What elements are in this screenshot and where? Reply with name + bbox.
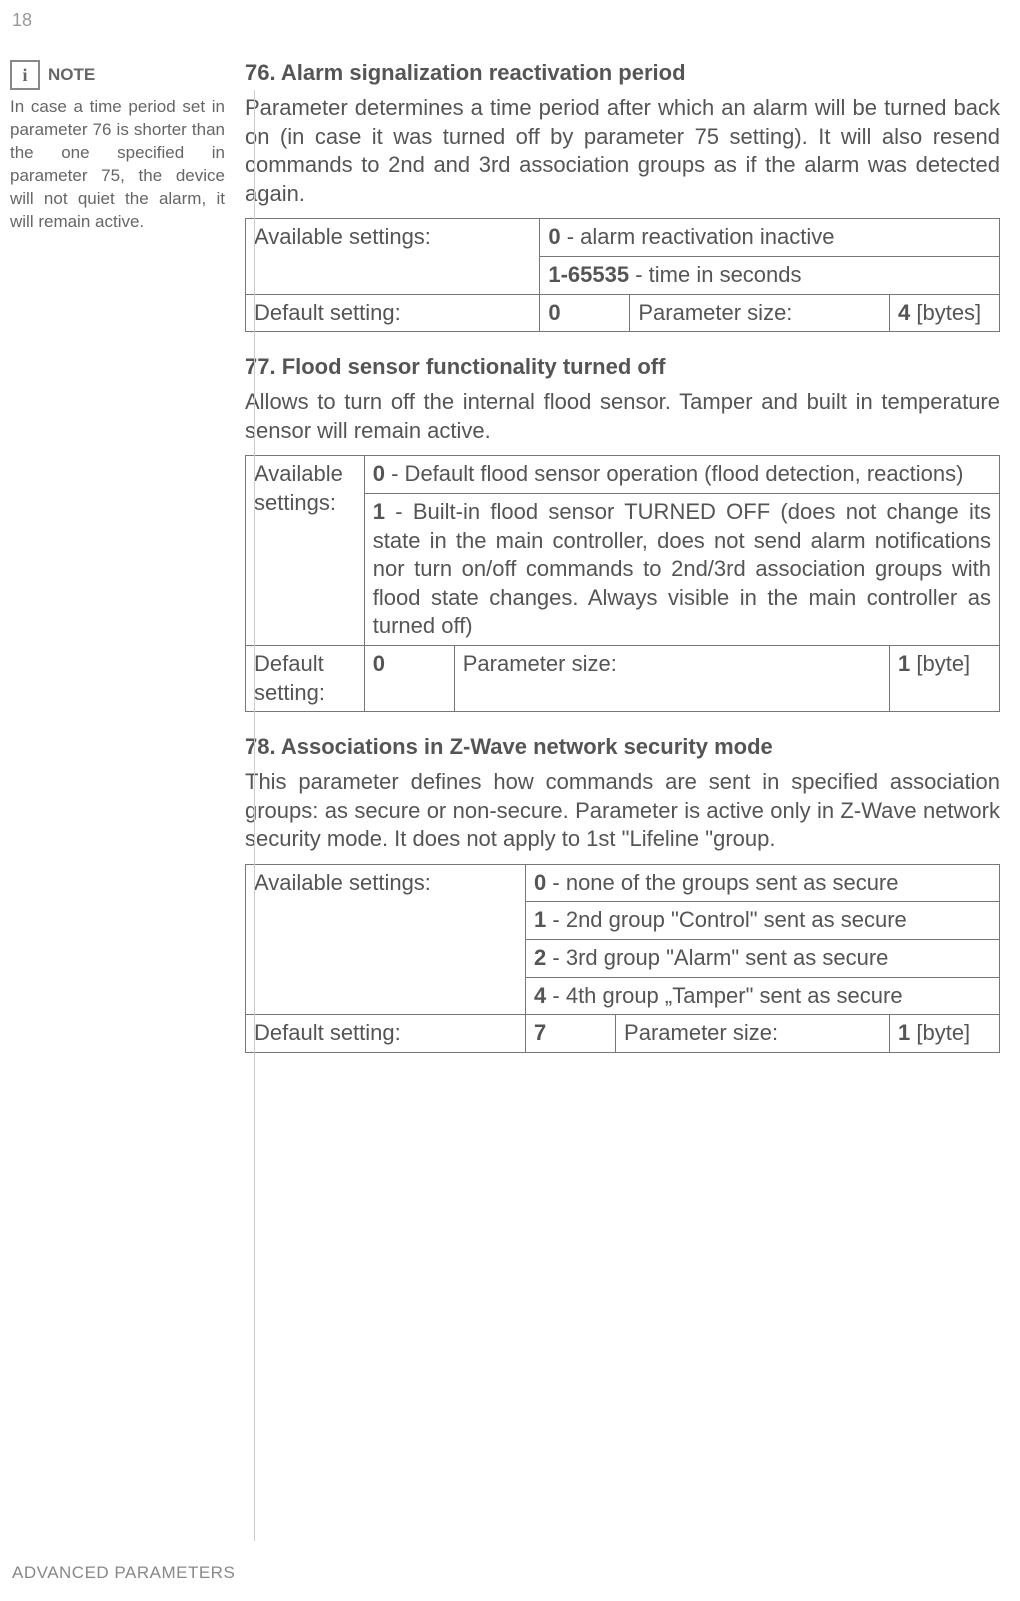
table-row: Available settings: 0 - none of the grou…	[246, 864, 1000, 902]
value-bold: 1	[373, 499, 385, 524]
psize-value-cell: 1 [byte]	[890, 645, 1000, 711]
page-number: 18	[12, 10, 32, 31]
value-text: - alarm reactivation inactive	[561, 224, 835, 249]
psize-text: [bytes]	[910, 300, 981, 325]
param-table: Available settings: 0 - Default flood se…	[245, 455, 1000, 712]
section-heading: 77. Flood sensor functionality turned of…	[245, 354, 1000, 380]
footer-text: ADVANCED PARAMETERS	[12, 1563, 235, 1583]
psize-label-cell: Parameter size:	[630, 294, 890, 332]
vertical-divider	[254, 90, 255, 1541]
value-text: - 2nd group "Control" sent as secure	[546, 907, 906, 932]
table-row: Default setting: 0 Parameter size: 1 [by…	[246, 645, 1000, 711]
section-body: Parameter determines a time period after…	[245, 94, 1000, 208]
default-label-cell: Default setting:	[246, 1015, 526, 1053]
avail-value-cell: 0 - none of the groups sent as secure	[526, 864, 1000, 902]
avail-label-cell: Available settings:	[246, 219, 540, 294]
section-body: Allows to turn off the internal flood se…	[245, 388, 1000, 445]
psize-label-cell: Parameter size:	[454, 645, 889, 711]
avail-value-cell: 4 - 4th group „Tamper" sent as secure	[526, 977, 1000, 1015]
sidebar: i NOTE In case a time period set in para…	[10, 60, 225, 1075]
note-label: NOTE	[48, 65, 95, 85]
avail-value-cell: 1 - Built-in flood sensor TURNED OFF (do…	[364, 493, 999, 645]
value-bold: 0	[534, 870, 546, 895]
default-value-cell: 7	[526, 1015, 616, 1053]
param-table: Available settings: 0 - none of the grou…	[245, 864, 1000, 1053]
value-text: - time in seconds	[629, 262, 801, 287]
psize-label-cell: Parameter size:	[616, 1015, 890, 1053]
section-body: This parameter defines how commands are …	[245, 768, 1000, 854]
avail-value-cell: 0 - alarm reactivation inactive	[540, 219, 1000, 257]
avail-value-cell: 1-65535 - time in seconds	[540, 256, 1000, 294]
value-text: - 4th group „Tamper" sent as secure	[546, 983, 902, 1008]
value-bold: 0	[373, 461, 385, 486]
section-heading: 78. Associations in Z-Wave network secur…	[245, 734, 1000, 760]
table-row: Available settings: 0 - Default flood se…	[246, 456, 1000, 494]
avail-label-cell: Available settings:	[246, 456, 365, 646]
value-bold: 2	[534, 945, 546, 970]
main-content: 76. Alarm signalization reactivation per…	[245, 60, 1000, 1075]
value-bold: 1-65535	[548, 262, 629, 287]
value-bold: 4	[534, 983, 546, 1008]
page-layout: i NOTE In case a time period set in para…	[0, 0, 1020, 1075]
note-header: i NOTE	[10, 60, 225, 90]
param-section-78: 78. Associations in Z-Wave network secur…	[245, 734, 1000, 1053]
param-table: Available settings: 0 - alarm reactivati…	[245, 218, 1000, 332]
param-section-76: 76. Alarm signalization reactivation per…	[245, 60, 1000, 332]
value-text: - 3rd group "Alarm" sent as secure	[546, 945, 888, 970]
psize-bold: 1	[898, 651, 910, 676]
psize-value-cell: 4 [bytes]	[890, 294, 1000, 332]
psize-text: [byte]	[910, 1020, 970, 1045]
default-label-cell: Default setting:	[246, 294, 540, 332]
psize-bold: 4	[898, 300, 910, 325]
default-value-cell: 0	[540, 294, 630, 332]
table-row: Default setting: 7 Parameter size: 1 [by…	[246, 1015, 1000, 1053]
info-icon: i	[10, 60, 40, 90]
section-heading: 76. Alarm signalization reactivation per…	[245, 60, 1000, 86]
psize-bold: 1	[898, 1020, 910, 1045]
value-bold: 0	[548, 224, 560, 249]
avail-value-cell: 0 - Default flood sensor operation (floo…	[364, 456, 999, 494]
param-section-77: 77. Flood sensor functionality turned of…	[245, 354, 1000, 712]
psize-value-cell: 1 [byte]	[890, 1015, 1000, 1053]
table-row: Default setting: 0 Parameter size: 4 [by…	[246, 294, 1000, 332]
value-text: - Built-in flood sensor TURNED OFF (does…	[373, 499, 991, 638]
default-value-cell: 0	[364, 645, 454, 711]
note-text: In case a time period set in parameter 7…	[10, 96, 225, 234]
avail-value-cell: 2 - 3rd group "Alarm" sent as secure	[526, 940, 1000, 978]
value-text: - Default flood sensor operation (flood …	[385, 461, 963, 486]
psize-text: [byte]	[910, 651, 970, 676]
avail-value-cell: 1 - 2nd group "Control" sent as secure	[526, 902, 1000, 940]
default-label-cell: Default setting:	[246, 645, 365, 711]
value-bold: 1	[534, 907, 546, 932]
avail-label-cell: Available settings:	[246, 864, 526, 1014]
table-row: Available settings: 0 - alarm reactivati…	[246, 219, 1000, 257]
value-text: - none of the groups sent as secure	[546, 870, 898, 895]
